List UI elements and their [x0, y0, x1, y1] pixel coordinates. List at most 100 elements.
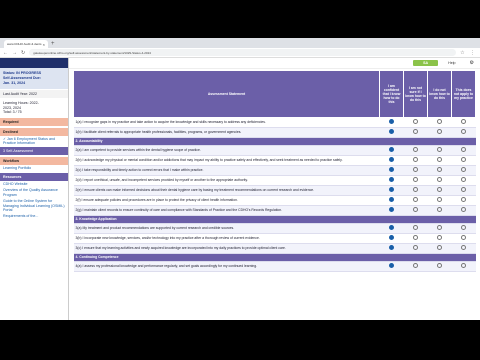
resource-link[interactable]: Requirements of the... — [0, 213, 68, 219]
response-radio[interactable] — [437, 147, 442, 153]
response-radio[interactable] — [461, 147, 466, 153]
response-radio[interactable] — [413, 235, 418, 241]
resource-link[interactable]: Guide to the Online System for Managing … — [0, 198, 68, 213]
response-radio[interactable] — [461, 167, 466, 173]
radio-cell — [403, 223, 428, 234]
response-radio[interactable] — [461, 225, 466, 231]
sa-button[interactable]: SA — [413, 60, 439, 66]
browser-tab[interactable]: www.CDHO Audit & dents × — [4, 40, 48, 48]
response-radio[interactable] — [461, 263, 466, 269]
response-radio[interactable] — [437, 167, 442, 173]
gear-icon[interactable]: ⚙ — [470, 60, 474, 66]
response-radio[interactable] — [389, 129, 394, 135]
response-radio[interactable] — [461, 157, 466, 163]
response-radio[interactable] — [413, 225, 418, 231]
response-radio[interactable] — [437, 197, 442, 203]
main-content: SA Help ⚙ Assessment Statement I am conf… — [69, 58, 480, 320]
response-radio[interactable] — [413, 177, 418, 183]
sidebar-header — [0, 58, 68, 68]
radio-cell — [427, 117, 452, 128]
statement-text: 1(a) I recognize gaps in my practice and… — [73, 117, 380, 128]
table-body: 1(a) I recognize gaps in my practice and… — [73, 117, 476, 272]
response-radio[interactable] — [437, 235, 442, 241]
sidebar-item-learning-portfolio[interactable]: Learning Portfolio — [0, 165, 68, 171]
response-radio[interactable] — [389, 177, 394, 183]
forward-icon[interactable]: → — [12, 50, 17, 56]
statement-text: 3(c) I ensure that my learning activitie… — [73, 243, 380, 254]
response-radio[interactable] — [461, 119, 466, 125]
response-radio[interactable] — [389, 207, 394, 213]
statement-text: 4(a) I assess my professional knowledge … — [73, 261, 380, 272]
response-radio[interactable] — [461, 245, 466, 251]
response-radio[interactable] — [461, 197, 466, 203]
response-radio[interactable] — [389, 147, 394, 153]
response-radio[interactable] — [413, 197, 418, 203]
response-radio[interactable] — [413, 263, 418, 269]
response-radio[interactable] — [389, 119, 394, 125]
statement-text: 1(b) I facilitate client referrals to ap… — [73, 127, 380, 138]
browser-window: www.CDHO Audit & dents × + ← → ↻ gatekee… — [0, 38, 480, 320]
browser-menu-icon[interactable]: ☆ ⋮ — [460, 50, 477, 56]
response-radio[interactable] — [461, 187, 466, 193]
response-radio[interactable] — [413, 187, 418, 193]
response-radio[interactable] — [437, 157, 442, 163]
radio-cell — [403, 145, 428, 156]
response-radio[interactable] — [437, 177, 442, 183]
table-row: 3(a) My treatment and product recommenda… — [73, 223, 476, 234]
response-radio[interactable] — [413, 129, 418, 135]
response-radio[interactable] — [413, 167, 418, 173]
section-title: 2. Accountability — [73, 137, 476, 146]
response-radio[interactable] — [389, 245, 394, 251]
sidebar-item-employment[interactable]: ✓ Jan 6 Employment Status and Practice I… — [0, 136, 68, 147]
back-icon[interactable]: ← — [3, 50, 8, 56]
response-radio[interactable] — [461, 235, 466, 241]
url-field[interactable]: gatekeeperonline.cdho.org/self-assessmen… — [29, 49, 457, 56]
response-radio[interactable] — [413, 147, 418, 153]
radio-cell — [403, 243, 428, 254]
response-radio[interactable] — [389, 225, 394, 231]
response-radio[interactable] — [413, 207, 418, 213]
radio-cell — [379, 117, 404, 128]
response-radio[interactable] — [437, 225, 442, 231]
response-radio[interactable] — [413, 245, 418, 251]
response-radio[interactable] — [389, 187, 394, 193]
response-radio[interactable] — [437, 187, 442, 193]
response-radio[interactable] — [461, 177, 466, 183]
response-radio[interactable] — [437, 129, 442, 135]
new-tab-icon[interactable]: + — [51, 40, 55, 48]
radio-cell — [427, 261, 452, 272]
close-tab-icon[interactable]: × — [43, 42, 45, 47]
table-row: 1(b) I facilitate client referrals to ap… — [73, 127, 476, 138]
table-row: 4(a) I assess my professional knowledge … — [73, 261, 476, 272]
response-radio[interactable] — [461, 129, 466, 135]
reload-icon[interactable]: ↻ — [21, 50, 25, 56]
radio-cell — [451, 205, 476, 216]
radio-cell — [403, 155, 428, 166]
response-radio[interactable] — [437, 207, 442, 213]
response-radio[interactable] — [461, 207, 466, 213]
status-label: Status: IN PROGRESS — [3, 71, 42, 75]
header-not-sure: I am not sure if I know how to do this — [403, 70, 428, 118]
help-button[interactable]: Help — [448, 61, 455, 65]
response-radio[interactable] — [437, 119, 442, 125]
response-radio[interactable] — [389, 197, 394, 203]
response-radio[interactable] — [389, 167, 394, 173]
sidebar-item-self-assessment[interactable]: 3 Self-Assessment — [0, 146, 68, 155]
resource-link[interactable]: Overview of the Quality Assurance Progra… — [0, 187, 68, 198]
response-radio[interactable] — [389, 235, 394, 241]
section-title: 4. Continuing Competence — [73, 253, 476, 262]
declined-section[interactable]: Declined — [0, 127, 68, 136]
table-row: 2(c) I take responsibility and timely ac… — [73, 165, 476, 176]
response-radio[interactable] — [389, 157, 394, 163]
section-title: 3. Knowledge Application — [73, 215, 476, 224]
table-row: 3(b) I incorporate new knowledge, servic… — [73, 233, 476, 244]
response-radio[interactable] — [437, 245, 442, 251]
required-section[interactable]: Required — [0, 117, 68, 126]
response-radio[interactable] — [389, 263, 394, 269]
response-radio[interactable] — [413, 119, 418, 125]
response-radio[interactable] — [413, 157, 418, 163]
statement-text: 3(a) My treatment and product recommenda… — [73, 223, 380, 234]
last-audit-year: Last Audit Year: 2022 — [0, 90, 68, 98]
response-radio[interactable] — [437, 263, 442, 269]
workflow-section[interactable]: Workflow — [0, 156, 68, 165]
